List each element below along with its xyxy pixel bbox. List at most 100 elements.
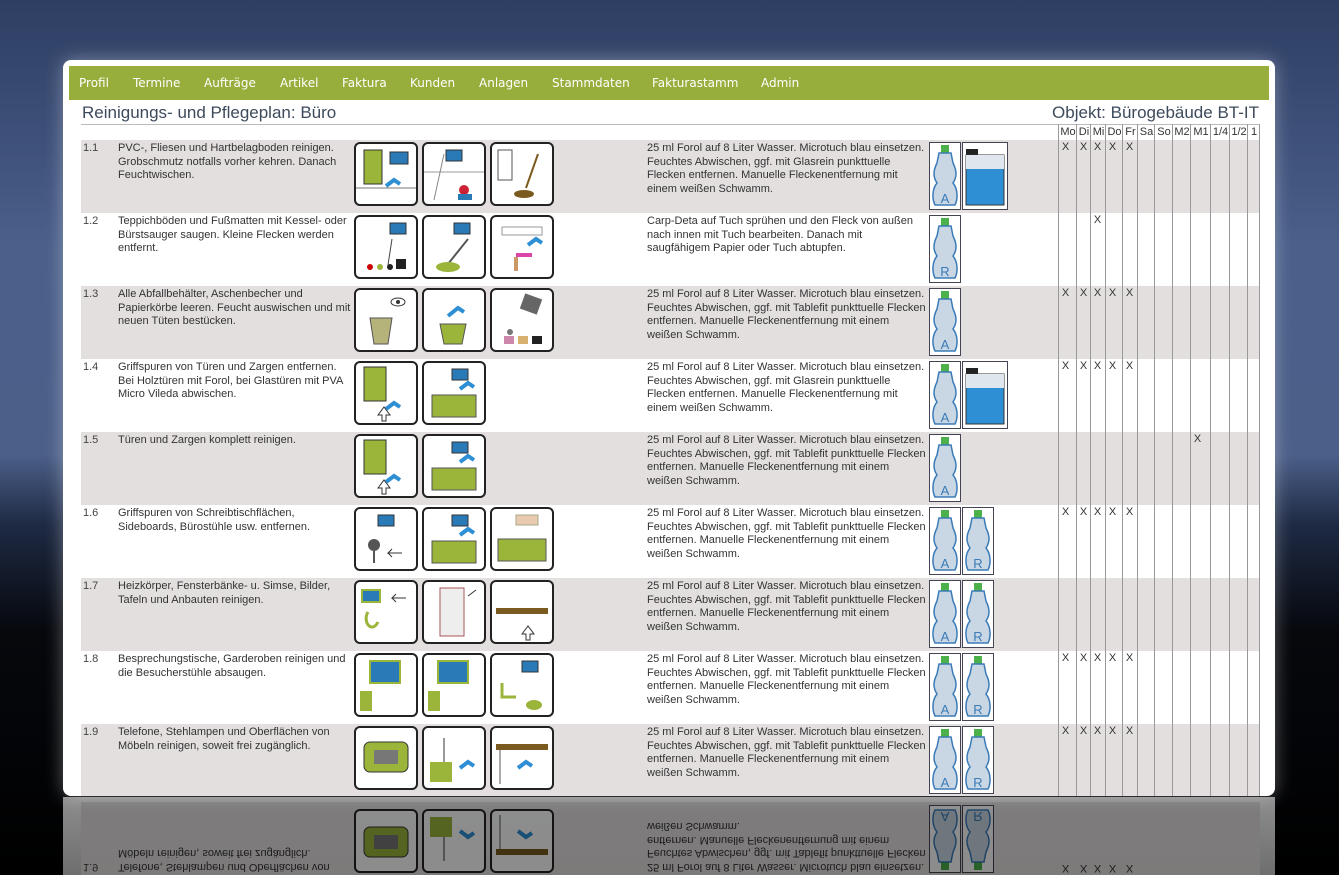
schedule-mark: X xyxy=(1108,287,1117,299)
bottle-letter: R xyxy=(973,556,982,571)
table-row: 1.6 Griffspuren von Schreibtischflächen, … xyxy=(81,505,1260,578)
task-instruction: Carp-Deta auf Tuch sprühen und den Fleck… xyxy=(647,215,913,255)
schedule-mark: X xyxy=(1093,862,1102,874)
day-column-line xyxy=(1090,124,1091,796)
task-instruction: 25 ml Forol auf 8 Liter Wasser. Microtuc… xyxy=(647,726,926,779)
bottle-letter: R xyxy=(973,629,982,644)
schedule-mark: X xyxy=(1061,141,1070,153)
nav-item-kunden[interactable]: Kunden xyxy=(410,76,455,90)
schedule-mark: X xyxy=(1061,360,1070,372)
schedule-mark: X xyxy=(1079,360,1088,372)
schedule-mark: X xyxy=(1125,506,1134,518)
bottle-letter: A xyxy=(941,337,950,352)
pictogram-broom-icon xyxy=(490,142,554,206)
day-column-line xyxy=(1172,124,1173,796)
pictogram-doorPlain-icon xyxy=(422,580,486,644)
nav-item-termine[interactable]: Termine xyxy=(133,76,180,90)
bottle-letter: A xyxy=(941,483,950,498)
agent-bottle-A: A xyxy=(929,361,961,429)
pictogram-tv-icon xyxy=(422,653,486,717)
detergent-bottle-icon: R xyxy=(965,809,991,870)
pictogram-bin-icon xyxy=(354,288,418,352)
agent-bottle-A: A xyxy=(929,653,961,721)
detergent-bottle-icon: A xyxy=(932,291,958,352)
task-description: Telefone, Stehlampen und Oberflächen von… xyxy=(118,726,330,752)
schedule-mark: X xyxy=(1061,506,1070,518)
agent-bottle-R: R xyxy=(962,653,994,721)
nav-item-faktura[interactable]: Faktura xyxy=(342,76,387,90)
nav-item-auftraege[interactable]: Aufträge xyxy=(204,76,256,90)
task-instruction: 25 ml Forol auf 8 Liter Wasser. Microtuc… xyxy=(647,507,926,560)
schedule-mark: X xyxy=(1108,725,1117,737)
task-number: 1.1 xyxy=(83,142,99,154)
detergent-bottle-icon: A xyxy=(932,809,958,870)
schedule-mark: X xyxy=(1108,862,1117,874)
schedule-mark: X xyxy=(1061,725,1070,737)
task-instruction: 25 ml Forol auf 8 Liter Wasser. Microtuc… xyxy=(647,580,926,633)
pictogram-deskM-icon xyxy=(490,507,554,571)
table-row: 1.4 Griffspuren von Türen und Zargen entf… xyxy=(81,359,1260,432)
task-description: Griffspuren von Türen und Zargen entfern… xyxy=(118,361,343,400)
detergent-bottle-icon: A xyxy=(932,437,958,498)
task-number: 1.3 xyxy=(83,288,99,300)
bottle-letter: R xyxy=(973,809,982,824)
schedule-mark: X xyxy=(1125,360,1134,372)
schedule-mark: X xyxy=(1079,141,1088,153)
day-header-Di: Di xyxy=(1076,124,1091,140)
canister-icon xyxy=(965,368,1005,425)
schedule-mark: X xyxy=(1079,862,1088,874)
task-number: 1.9 xyxy=(83,861,99,873)
task-instruction: 25 ml Forol auf 8 Liter Wasser. Microtuc… xyxy=(647,820,926,873)
day-header-M1: M1 xyxy=(1190,124,1211,140)
task-number: 1.2 xyxy=(83,215,99,227)
nav-item-profil[interactable]: Profil xyxy=(79,76,109,90)
schedule-mark: X xyxy=(1093,725,1102,737)
bottle-letter: A xyxy=(941,191,950,206)
task-instruction: 25 ml Forol auf 8 Liter Wasser. Microtuc… xyxy=(647,142,925,195)
table-row: 1.3 Alle Abfallbehälter, Aschenbecher und… xyxy=(81,286,1260,359)
day-column-line xyxy=(1058,124,1059,796)
task-description: Heizkörper, Fensterbänke- u. Simse, Bild… xyxy=(118,580,331,606)
day-header-Sa: Sa xyxy=(1137,124,1155,140)
bottle-letter: R xyxy=(940,264,949,279)
pictogram-phone-icon xyxy=(354,726,418,790)
day-column-line xyxy=(1210,124,1211,796)
pictogram-board-icon xyxy=(490,580,554,644)
task-description: Türen und Zargen komplett reinigen. xyxy=(118,434,296,446)
nav-item-fakturastamm[interactable]: Fakturastamm xyxy=(652,76,738,90)
schedule-mark: X xyxy=(1079,652,1088,664)
pictogram-chair-icon xyxy=(354,507,418,571)
schedule-mark: X xyxy=(1093,287,1102,299)
pictogram-door-icon xyxy=(354,361,418,425)
pictogram-phone-icon xyxy=(354,809,418,873)
schedule-mark: X xyxy=(1093,506,1102,518)
agent-bottle-A: A xyxy=(929,580,961,648)
bottle-letter: A xyxy=(941,775,950,790)
schedule-mark: X xyxy=(1108,506,1117,518)
bottle-letter: A xyxy=(941,556,950,571)
nav-item-admin[interactable]: Admin xyxy=(761,76,799,90)
window-reflection: 1.9 Telefone, Stehlampen und Oberflächen … xyxy=(63,797,1275,875)
day-header-Mi: Mi xyxy=(1090,124,1106,140)
pictogram-vac-icon xyxy=(354,215,418,279)
agent-bottle-R: R xyxy=(962,805,994,873)
page-title: Reinigungs- und Pflegeplan: Büro xyxy=(82,103,337,122)
nav-item-artikel[interactable]: Artikel xyxy=(280,76,318,90)
detergent-bottle-icon: A xyxy=(932,729,958,790)
detergent-bottle-icon: R xyxy=(965,510,991,571)
task-number: 1.5 xyxy=(83,434,99,446)
nav-item-anlagen[interactable]: Anlagen xyxy=(479,76,528,90)
schedule-mark: X xyxy=(1093,214,1102,226)
nav-item-stammdaten[interactable]: Stammdaten xyxy=(552,76,630,90)
task-number: 1.4 xyxy=(83,361,99,373)
detergent-bottle-icon: R xyxy=(932,218,958,279)
task-number: 1.9 xyxy=(83,726,99,738)
schedule-mark: X xyxy=(1061,652,1070,664)
schedule-mark: X xyxy=(1061,862,1070,874)
day-column-line xyxy=(1154,124,1155,796)
agent-bottle-R: R xyxy=(929,215,961,283)
pictogram-lamp-icon xyxy=(422,809,486,873)
detergent-bottle-icon: A xyxy=(932,510,958,571)
schedule-mark: X xyxy=(1125,287,1134,299)
agent-bottle-A: A xyxy=(929,434,961,502)
